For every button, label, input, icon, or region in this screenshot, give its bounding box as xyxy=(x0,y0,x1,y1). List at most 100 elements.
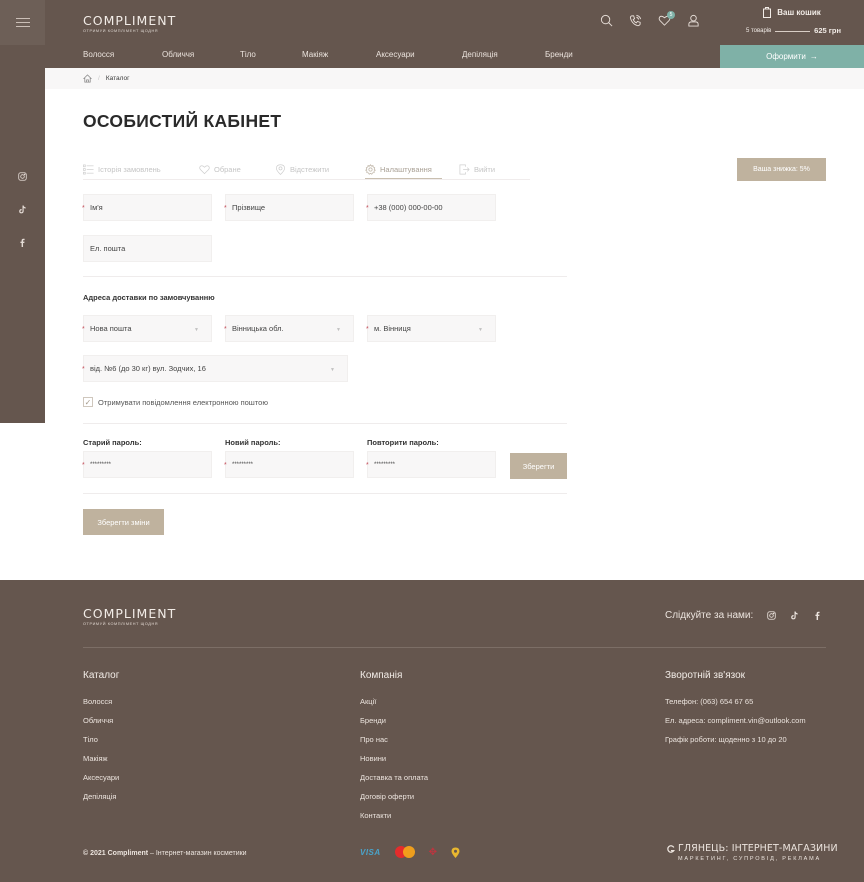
required-mark: * xyxy=(366,462,369,469)
tab-label: Вийти xyxy=(474,165,496,174)
footer-link[interactable]: Волосся xyxy=(83,697,119,716)
nav-item-brands[interactable]: Бренди xyxy=(545,50,573,59)
delivery-section-title: Адреса доставки по замовчуванню xyxy=(83,293,215,302)
instagram-icon[interactable] xyxy=(18,172,27,181)
location-pin-icon xyxy=(451,847,460,858)
footer-link[interactable]: Бренди xyxy=(360,716,428,735)
nav-item-makeup[interactable]: Макіяж xyxy=(302,50,376,59)
required-mark: * xyxy=(224,326,227,333)
nav-item-body[interactable]: Тіло xyxy=(240,50,302,59)
footer-link[interactable]: Новини xyxy=(360,754,428,773)
account-tabs: Історія замовлень Обране Відстежити Нала… xyxy=(83,160,530,180)
tab-logout[interactable]: Вийти xyxy=(459,160,495,179)
nav-item-depilation[interactable]: Депіляція xyxy=(462,50,545,59)
email-input[interactable]: Ел. пошта xyxy=(83,235,212,262)
menu-button[interactable] xyxy=(0,0,45,45)
phone-placeholder: +38 (000) 000-00-00 xyxy=(374,203,443,212)
footer-logo[interactable]: COMPLIMENT отримуй комплімент щодня xyxy=(83,606,176,626)
required-mark: * xyxy=(82,366,85,373)
agency-subtitle: МАРКЕТИНГ, СУПРОВІД, РЕКЛАМА xyxy=(678,856,821,862)
agency-credit[interactable]: ГЛЯНЕЦЬ: ІНТЕРНЕТ-МАГАЗИНИ МАРКЕТИНГ, СУ… xyxy=(667,843,838,862)
checkmark-icon: ✓ xyxy=(84,397,92,407)
new-password-input[interactable]: * ********* xyxy=(224,451,354,478)
footer-link[interactable]: Акції xyxy=(360,697,428,716)
account-button[interactable] xyxy=(687,14,700,27)
password-mask: ********* xyxy=(90,461,112,468)
footer-catalog-title: Каталог xyxy=(83,670,120,681)
contact-hours: Графік роботи: щоденно з 10 до 20 xyxy=(665,735,787,744)
branch-value: від. №6 (до 30 кг) вул. Зодчих, 16 xyxy=(90,364,206,373)
newsletter-checkbox[interactable]: ✓ xyxy=(83,397,93,407)
facebook-icon[interactable] xyxy=(813,611,822,620)
footer-link[interactable]: Тіло xyxy=(83,735,119,754)
save-changes-button[interactable]: Зберегти зміни xyxy=(83,509,164,535)
footer-link[interactable]: Про нас xyxy=(360,735,428,754)
instagram-icon[interactable] xyxy=(767,611,776,620)
gear-icon xyxy=(365,163,376,175)
footer-company-links: Акції Бренди Про нас Новини Доставка та … xyxy=(360,697,428,830)
nav-item-face[interactable]: Обличчя xyxy=(162,50,240,59)
sidebar-social xyxy=(0,172,45,247)
required-mark: * xyxy=(82,462,85,469)
footer-link[interactable]: Обличчя xyxy=(83,716,119,735)
tiktok-icon[interactable] xyxy=(790,611,799,620)
footer-link[interactable]: Аксесуари xyxy=(83,773,119,792)
new-password-label: Новий пароль: xyxy=(225,438,281,447)
old-password-input[interactable]: * ********* xyxy=(82,451,212,478)
tab-track[interactable]: Відстежити xyxy=(275,160,365,179)
tab-order-history[interactable]: Історія замовлень xyxy=(83,160,199,179)
first-name-input[interactable]: * Ім'я xyxy=(82,194,212,221)
footer-logo-tagline: отримуй комплімент щодня xyxy=(83,622,159,626)
arrow-right-icon: → xyxy=(809,52,818,61)
wishlist-button[interactable]: 5 xyxy=(658,11,675,27)
copyright: © 2021 Compliment – Інтернет-магазин кос… xyxy=(83,850,247,857)
checkout-label: Оформити xyxy=(766,52,806,61)
phone-input[interactable]: * +38 (000) 000-00-00 xyxy=(366,194,496,221)
payment-methods: VISA ✥ xyxy=(360,846,460,858)
footer-logo-name: COMPLIMENT xyxy=(83,606,177,621)
last-name-input[interactable]: * Прізвище xyxy=(224,194,354,221)
carrier-select[interactable]: * Нова пошта ▼ xyxy=(82,315,212,342)
newsletter-checkbox-row[interactable]: ✓ Отримувати повідомлення електронною по… xyxy=(83,397,268,407)
home-icon[interactable] xyxy=(83,74,92,83)
nav-item-hair[interactable]: Волосся xyxy=(83,50,162,59)
nav-item-accessories[interactable]: Аксесуари xyxy=(376,50,462,59)
tab-favorites[interactable]: Обране xyxy=(199,160,275,179)
contact-email: Ел. адреса: compliment.vin@outlook.com xyxy=(665,716,806,725)
divider xyxy=(83,493,567,494)
footer: COMPLIMENT отримуй комплімент щодня Слід… xyxy=(0,580,864,882)
footer-link[interactable]: Доставка та оплата xyxy=(360,773,428,792)
tiktok-icon[interactable] xyxy=(18,205,27,214)
footer-link[interactable]: Депіляція xyxy=(83,792,119,811)
first-name-placeholder: Ім'я xyxy=(90,203,103,212)
email-placeholder: Ел. пошта xyxy=(90,244,126,253)
footer-link[interactable]: Макіяж xyxy=(83,754,119,773)
heart-icon xyxy=(199,165,210,175)
checkout-button[interactable]: Оформити → xyxy=(720,45,864,68)
main-nav: Волосся Обличчя Тіло Макіяж Аксесуари Де… xyxy=(83,50,573,59)
tab-settings[interactable]: Налаштування xyxy=(365,160,442,179)
logo[interactable]: COMPLIMENT отримуй комплімент щодня xyxy=(83,13,176,33)
footer-contacts: Телефон: (063) 654 67 65 Ел. адреса: com… xyxy=(665,697,806,754)
chevron-down-icon: ▼ xyxy=(336,327,341,333)
repeat-password-input[interactable]: * ********* xyxy=(366,451,496,478)
footer-link[interactable]: Контакти xyxy=(360,811,428,830)
footer-link[interactable]: Договір оферти xyxy=(360,792,428,811)
city-select[interactable]: * м. Вінниця ▼ xyxy=(366,315,496,342)
save-password-button[interactable]: Зберегти xyxy=(510,453,567,479)
branch-select[interactable]: * від. №6 (до 30 кг) вул. Зодчих, 16 ▼ xyxy=(82,355,348,382)
breadcrumb-current: Каталог xyxy=(105,75,130,82)
cart-summary[interactable]: Ваш кошик 5 товарів 625 грн xyxy=(720,0,864,45)
last-name-placeholder: Прізвище xyxy=(232,203,266,212)
required-mark: * xyxy=(366,205,369,212)
facebook-icon[interactable] xyxy=(18,238,27,247)
required-mark: * xyxy=(366,326,369,333)
region-select[interactable]: * Вінницька обл. ▼ xyxy=(224,315,354,342)
phone-button[interactable] xyxy=(629,14,642,27)
search-button[interactable] xyxy=(600,14,613,27)
copyright-text: – Інтернет-магазин косметики xyxy=(148,850,247,857)
shopping-bag-icon xyxy=(763,7,772,18)
logout-icon xyxy=(459,164,470,175)
contact-phone: Телефон: (063) 654 67 65 xyxy=(665,697,754,706)
breadcrumb-separator: / xyxy=(98,75,100,82)
